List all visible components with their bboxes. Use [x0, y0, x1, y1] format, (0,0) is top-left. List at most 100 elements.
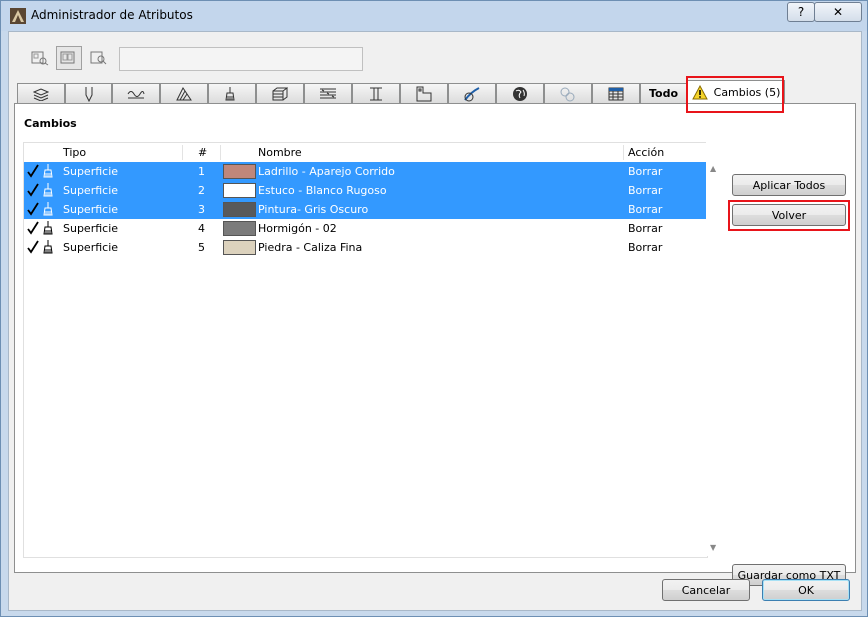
close-button[interactable]: ✕ — [814, 2, 862, 22]
tab-layers[interactable] — [17, 83, 65, 103]
revert-highlight-box — [728, 200, 850, 231]
surface-brush-icon — [43, 164, 53, 178]
row-tipo: Superficie — [63, 165, 119, 178]
row-number: 5 — [198, 241, 205, 254]
surface-brush-icon — [43, 183, 53, 197]
apply-all-button[interactable]: Aplicar Todos — [732, 174, 846, 196]
tab-surfaces[interactable] — [208, 83, 256, 103]
mep-icon — [560, 87, 575, 101]
help-button[interactable]: ? — [787, 2, 815, 22]
row-nombre: Ladrillo - Aparejo Corrido — [258, 165, 395, 178]
tab-all-label: Todo — [648, 87, 679, 100]
app-icon — [10, 8, 26, 24]
surface-brush-icon — [43, 240, 53, 254]
project-filter-icon — [60, 51, 75, 64]
search-input[interactable] — [119, 47, 363, 71]
i-beam-icon — [370, 87, 382, 100]
window-title: Administrador de Atributos — [31, 8, 193, 22]
row-nombre: Pintura- Gris Oscuro — [258, 203, 369, 216]
scroll-down-icon[interactable]: ▼ — [710, 543, 716, 552]
row-accion: Borrar — [628, 203, 663, 216]
row-number: 2 — [198, 184, 205, 197]
tab-all[interactable]: Todo — [640, 83, 687, 103]
table-row[interactable]: Superficie 1 Ladrillo - Aparejo Corrido Bor… — [24, 162, 707, 181]
pen-icon — [85, 86, 92, 102]
tab-mep[interactable] — [544, 83, 592, 103]
column-header-accion[interactable]: Acción — [628, 146, 664, 159]
cancel-button[interactable]: Cancelar — [662, 579, 750, 601]
tab-profiles[interactable] — [304, 83, 352, 103]
row-nombre: Hormigón - 02 — [258, 222, 337, 235]
checkmark-icon[interactable] — [26, 220, 40, 236]
row-nombre: Piedra - Caliza Fina — [258, 241, 363, 254]
layers-icon — [33, 87, 49, 101]
composite-icon — [272, 87, 288, 100]
surface-icon — [464, 86, 480, 101]
checkmark-icon[interactable] — [26, 201, 40, 217]
color-swatch — [223, 183, 256, 198]
globe-icon — [513, 86, 527, 101]
table-row[interactable]: Superficie 2 Estuco - Blanco Rugoso Borrar — [24, 181, 707, 200]
table-row[interactable]: Superficie 3 Pintura- Gris Oscuro Borrar — [24, 200, 707, 219]
checkmark-icon[interactable] — [26, 163, 40, 179]
color-swatch — [223, 221, 256, 236]
column-header-number[interactable]: # — [198, 146, 207, 159]
tab-zones[interactable] — [400, 83, 448, 103]
attribute-filter-icon — [31, 51, 49, 66]
row-tipo: Superficie — [63, 222, 119, 235]
table-row[interactable]: Superficie 5 Piedra - Caliza Fina Borrar — [24, 238, 707, 257]
row-accion: Borrar — [628, 184, 663, 197]
tab-properties[interactable] — [592, 83, 640, 103]
zone-icon — [416, 86, 432, 101]
ok-button[interactable]: OK — [762, 579, 850, 601]
row-tipo: Superficie — [63, 241, 119, 254]
color-swatch — [223, 164, 256, 179]
column-separator[interactable] — [623, 145, 624, 160]
row-accion: Borrar — [628, 165, 663, 178]
tab-materials[interactable] — [448, 83, 496, 103]
row-tipo: Superficie — [63, 184, 119, 197]
row-accion: Borrar — [628, 222, 663, 235]
tab-cities[interactable] — [496, 83, 544, 103]
table-row[interactable]: Superficie 4 Hormigón - 02 Borrar — [24, 219, 707, 238]
checkmark-icon[interactable] — [26, 239, 40, 255]
changes-filter-icon — [90, 51, 107, 65]
column-separator[interactable] — [182, 145, 183, 160]
row-number: 1 — [198, 165, 205, 178]
tab-line-types[interactable] — [112, 83, 160, 103]
list-header: Tipo # Nombre Acción — [24, 143, 707, 163]
filter-changes-button[interactable] — [86, 46, 112, 70]
filter-project-button[interactable] — [56, 46, 82, 70]
column-header-nombre[interactable]: Nombre — [258, 146, 302, 159]
line-type-icon — [127, 90, 145, 98]
row-accion: Borrar — [628, 241, 663, 254]
fill-icon — [176, 86, 192, 100]
tab-profile-shapes[interactable] — [352, 83, 400, 103]
row-number: 4 — [198, 222, 205, 235]
row-number: 3 — [198, 203, 205, 216]
color-swatch — [223, 240, 256, 255]
close-icon: ✕ — [832, 5, 844, 19]
brush-icon — [225, 86, 235, 100]
tab-pens[interactable] — [65, 83, 112, 103]
title-bar[interactable]: Administrador de Atributos ? ✕ — [1, 1, 867, 31]
profile-lines-icon — [320, 88, 336, 98]
scroll-up-icon[interactable]: ▲ — [710, 164, 716, 173]
row-tipo: Superficie — [63, 203, 119, 216]
surface-brush-icon — [43, 202, 53, 216]
column-separator[interactable] — [220, 145, 221, 160]
tab-composites[interactable] — [256, 83, 304, 103]
column-header-tipo[interactable]: Tipo — [63, 146, 86, 159]
filter-attributes-button[interactable] — [27, 46, 53, 70]
list-scrollbar[interactable]: ▲ ▼ — [706, 142, 723, 556]
tab-fills[interactable] — [160, 83, 208, 103]
dialog-body: Todo Cambios (5) Cambios Tipo # Nombre A… — [8, 31, 862, 611]
grid-icon — [608, 87, 624, 100]
changes-panel: Cambios Tipo # Nombre Acción Superficie 1… — [14, 103, 856, 586]
checkmark-icon[interactable] — [26, 182, 40, 198]
attribute-manager-window: Administrador de Atributos ? ✕ Todo Camb… — [0, 0, 868, 617]
row-nombre: Estuco - Blanco Rugoso — [258, 184, 387, 197]
changes-tab-highlight-box — [686, 76, 784, 113]
changes-list[interactable]: Tipo # Nombre Acción Superficie 1 Ladrillo… — [23, 142, 708, 558]
color-swatch — [223, 202, 256, 217]
